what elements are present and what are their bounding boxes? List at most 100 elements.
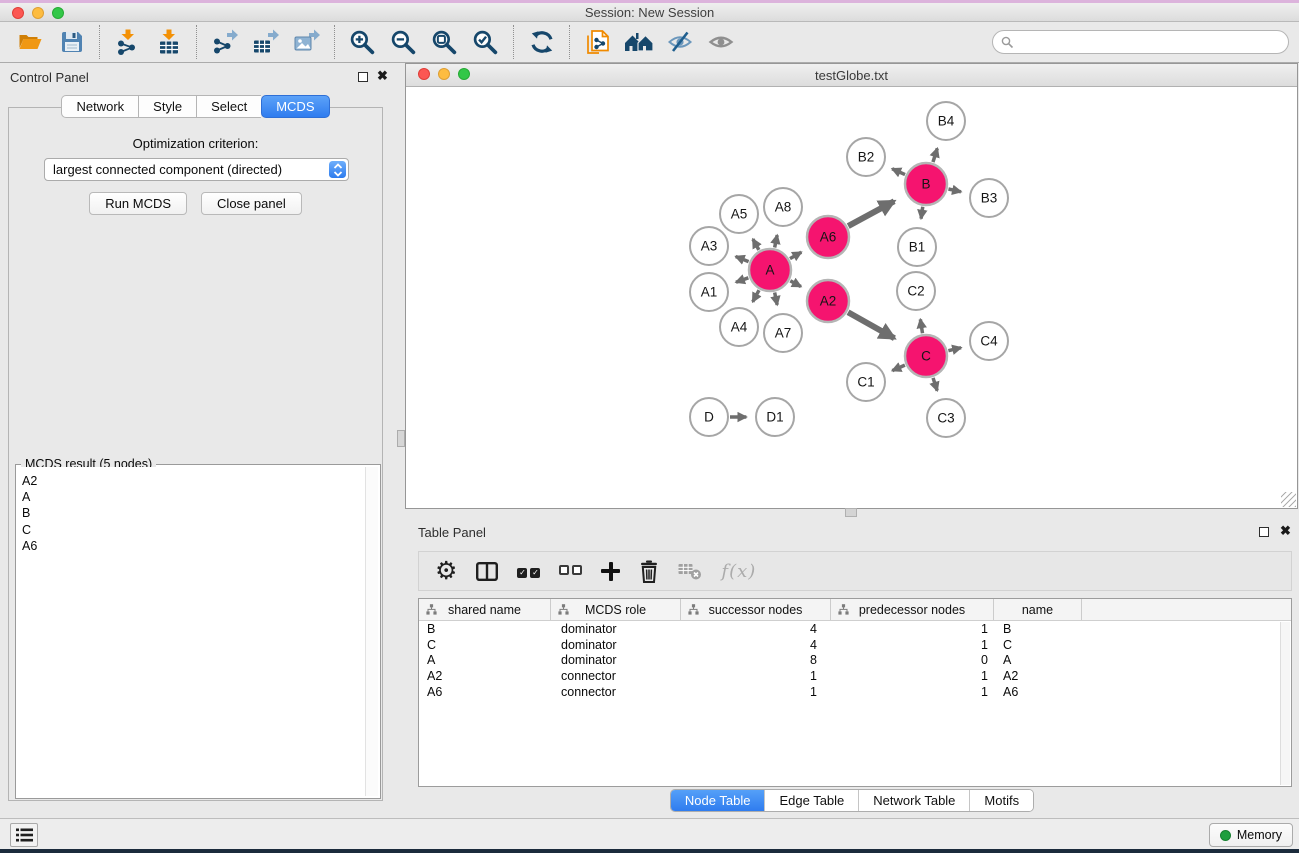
- graph-node-D[interactable]: D: [690, 398, 728, 436]
- show-graphics-details-button[interactable]: [700, 24, 741, 60]
- graph-edge-A-A8[interactable]: [775, 235, 778, 247]
- tab-style[interactable]: Style: [138, 95, 196, 118]
- add-column-button[interactable]: [601, 562, 620, 581]
- zoom-fit-button[interactable]: [424, 24, 465, 60]
- graph-node-A[interactable]: A: [749, 249, 791, 291]
- mcds-result-item[interactable]: A6: [22, 538, 364, 554]
- graph-edge-A2-C[interactable]: [848, 312, 894, 338]
- table-row[interactable]: A6connector11A6: [419, 684, 1291, 700]
- zoom-selected-button[interactable]: [465, 24, 506, 60]
- zoom-in-button[interactable]: [342, 24, 383, 60]
- table-row[interactable]: Cdominator41C: [419, 637, 1291, 653]
- table-row[interactable]: Bdominator41B: [419, 621, 1291, 637]
- export-table-button[interactable]: [245, 24, 286, 60]
- graph-edge-C-C4[interactable]: [948, 348, 961, 351]
- graph-edge-C-C2[interactable]: [920, 319, 922, 333]
- graph-node-D1[interactable]: D1: [756, 398, 794, 436]
- graph-node-A6[interactable]: A6: [807, 216, 849, 258]
- tab-motifs[interactable]: Motifs: [969, 790, 1033, 811]
- graph-edge-A-A7[interactable]: [775, 293, 778, 305]
- import-table-button[interactable]: [148, 24, 189, 60]
- graph-edge-B-B4[interactable]: [933, 148, 937, 162]
- graph-edge-A-A4[interactable]: [753, 290, 759, 302]
- graph-node-C4[interactable]: C4: [970, 322, 1008, 360]
- tab-network[interactable]: Network: [61, 95, 138, 118]
- column-header-MCDS-role[interactable]: MCDS role: [551, 599, 681, 620]
- mcds-result-list[interactable]: A2ABCA6: [18, 467, 364, 796]
- first-neighbors-button[interactable]: [618, 24, 659, 60]
- table-row[interactable]: Adominator80A: [419, 652, 1291, 668]
- graph-node-B2[interactable]: B2: [847, 138, 885, 176]
- graph-node-A4[interactable]: A4: [720, 308, 758, 346]
- criterion-dropdown[interactable]: largest connected component (directed): [44, 158, 349, 181]
- graph-edge-A-A1[interactable]: [736, 278, 748, 282]
- network-from-document-button[interactable]: [577, 24, 618, 60]
- mcds-result-item[interactable]: B: [22, 505, 364, 521]
- graph-edge-A-A3[interactable]: [736, 257, 749, 262]
- tab-network-table[interactable]: Network Table: [858, 790, 969, 811]
- search-input[interactable]: [1019, 35, 1288, 49]
- splitter-handle[interactable]: [397, 430, 405, 447]
- tab-node-table[interactable]: Node Table: [671, 790, 765, 811]
- network-window-titlebar[interactable]: testGlobe.txt: [406, 64, 1297, 87]
- tab-mcds[interactable]: MCDS: [261, 95, 329, 118]
- column-header-name[interactable]: name: [994, 599, 1082, 620]
- save-session-button[interactable]: [51, 24, 92, 60]
- graph-edge-B-B3[interactable]: [948, 189, 961, 192]
- graph-edge-B-B1[interactable]: [921, 207, 923, 219]
- graph-node-A3[interactable]: A3: [690, 227, 728, 265]
- zoom-out-button[interactable]: [383, 24, 424, 60]
- float-panel-icon[interactable]: [1259, 527, 1269, 537]
- network-canvas[interactable]: B4B2BB3A8A5A6A3B1AC2A1A2A4A7C4CC1C3DD1: [406, 87, 1297, 508]
- result-scrollbar[interactable]: [365, 467, 378, 796]
- graph-node-A5[interactable]: A5: [720, 195, 758, 233]
- import-network-button[interactable]: [107, 24, 148, 60]
- mcds-result-item[interactable]: A: [22, 489, 364, 505]
- float-panel-icon[interactable]: [358, 72, 368, 82]
- graph-node-C2[interactable]: C2: [897, 272, 935, 310]
- graph-node-C3[interactable]: C3: [927, 399, 965, 437]
- mcds-result-item[interactable]: A2: [22, 473, 364, 489]
- split-columns-button[interactable]: [476, 562, 498, 581]
- table-scrollbar[interactable]: [1280, 622, 1290, 785]
- graph-edge-C-C1[interactable]: [892, 365, 905, 370]
- splitter-handle[interactable]: [845, 508, 857, 517]
- graph-edge-A6-B[interactable]: [848, 201, 894, 226]
- graph-node-B[interactable]: B: [905, 163, 947, 205]
- graph-node-C1[interactable]: C1: [847, 363, 885, 401]
- graph-node-B4[interactable]: B4: [927, 102, 965, 140]
- deselect-all-button[interactable]: [559, 562, 582, 580]
- delete-column-button[interactable]: [639, 560, 659, 583]
- column-header-successor-nodes[interactable]: successor nodes: [681, 599, 831, 620]
- resize-grip-icon[interactable]: [1281, 492, 1296, 507]
- graph-node-C[interactable]: C: [905, 335, 947, 377]
- close-panel-button[interactable]: Close panel: [201, 192, 302, 215]
- graph-edge-B-B2[interactable]: [892, 169, 905, 175]
- close-panel-icon[interactable]: ✖: [377, 68, 388, 84]
- tab-select[interactable]: Select: [196, 95, 261, 118]
- graph-node-B3[interactable]: B3: [970, 179, 1008, 217]
- column-header-predecessor-nodes[interactable]: predecessor nodes: [831, 599, 994, 620]
- function-builder-button[interactable]: f(x): [721, 561, 756, 582]
- delete-table-button[interactable]: [678, 561, 702, 581]
- graph-node-A1[interactable]: A1: [690, 273, 728, 311]
- graph-node-B1[interactable]: B1: [898, 228, 936, 266]
- table-settings-button[interactable]: ⚙: [435, 558, 457, 584]
- graph-edge-A-A2[interactable]: [790, 281, 801, 287]
- graph-edge-A-A5[interactable]: [753, 239, 759, 250]
- graph-node-A2[interactable]: A2: [807, 280, 849, 322]
- show-panels-button[interactable]: [10, 823, 38, 847]
- refresh-button[interactable]: [521, 24, 562, 60]
- memory-button[interactable]: Memory: [1209, 823, 1293, 847]
- mcds-result-item[interactable]: C: [22, 522, 364, 538]
- search-field[interactable]: [992, 30, 1289, 54]
- graph-edge-A-A6[interactable]: [790, 252, 801, 258]
- close-panel-icon[interactable]: ✖: [1280, 523, 1291, 539]
- export-network-button[interactable]: [204, 24, 245, 60]
- tab-edge-table[interactable]: Edge Table: [764, 790, 858, 811]
- graph-edge-C-C3[interactable]: [933, 378, 937, 391]
- open-session-button[interactable]: [10, 24, 51, 60]
- column-header-shared-name[interactable]: shared name: [419, 599, 551, 620]
- export-image-button[interactable]: [286, 24, 327, 60]
- run-mcds-button[interactable]: Run MCDS: [89, 192, 187, 215]
